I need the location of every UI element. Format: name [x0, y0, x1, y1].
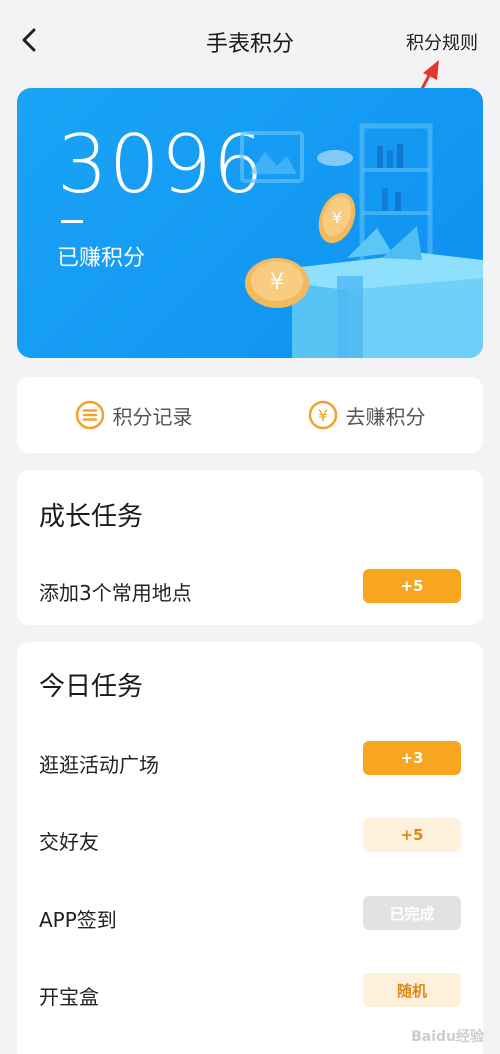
svg-text:¥: ¥ — [317, 406, 327, 425]
task-row: 开宝盒 随机 — [17, 973, 483, 1017]
yen-coin-icon: ¥ — [308, 400, 337, 430]
task-label: 交好友 — [39, 830, 99, 854]
points-rules-link[interactable]: 积分规则 — [406, 29, 478, 55]
header: 手表积分 积分规则 — [0, 0, 500, 146]
svg-text:¥: ¥ — [270, 270, 284, 295]
task-completed-badge: 已完成 — [363, 896, 461, 930]
growth-tasks-title: 成长任务 — [39, 502, 144, 532]
earn-points-label: 去赚积分 — [345, 404, 426, 429]
task-reward-button[interactable]: 随机 — [363, 973, 461, 1007]
points-underline — [61, 220, 83, 223]
watch-points-page: 手表积分 积分规则 3096 已赚积分 ¥ ¥ 积分记录 ¥ 去赚积分 成长任务… — [0, 0, 500, 1054]
task-reward-button[interactable]: +3 — [363, 741, 461, 775]
task-label: 逛逛活动广场 — [39, 753, 159, 777]
task-row: 逛逛活动广场 +3 — [17, 741, 483, 785]
daily-tasks-title: 今日任务 — [39, 672, 144, 702]
growth-tasks-card: 成长任务 添加3个常用地点 +5 — [17, 470, 483, 625]
svg-text:¥: ¥ — [332, 208, 342, 227]
earn-points-button[interactable]: ¥ 去赚积分 — [250, 377, 483, 453]
points-actions-bar: 积分记录 ¥ 去赚积分 — [17, 377, 483, 453]
points-records-button[interactable]: 积分记录 — [17, 377, 250, 453]
task-label: APP签到 — [39, 908, 117, 932]
task-row: 交好友 +5 — [17, 818, 483, 862]
task-row: 添加3个常用地点 +5 — [17, 569, 483, 613]
task-label: 添加3个常用地点 — [39, 581, 192, 605]
gift-box-illustration: ¥ ¥ — [240, 123, 483, 358]
points-records-label: 积分记录 — [112, 404, 193, 429]
earned-points-label: 已赚积分 — [57, 246, 146, 271]
task-reward-button[interactable]: +5 — [363, 569, 461, 603]
task-label: 开宝盒 — [39, 985, 99, 1009]
task-row: APP签到 已完成 — [17, 896, 483, 940]
list-icon — [75, 400, 104, 430]
watermark: Baidu经验 — [411, 1029, 484, 1045]
daily-tasks-card: 今日任务 逛逛活动广场 +3 交好友 +5 APP签到 已完成 开宝盒 随机 — [17, 642, 483, 1054]
points-summary-card: 3096 已赚积分 ¥ ¥ — [17, 88, 483, 358]
task-reward-button[interactable]: +5 — [363, 818, 461, 852]
